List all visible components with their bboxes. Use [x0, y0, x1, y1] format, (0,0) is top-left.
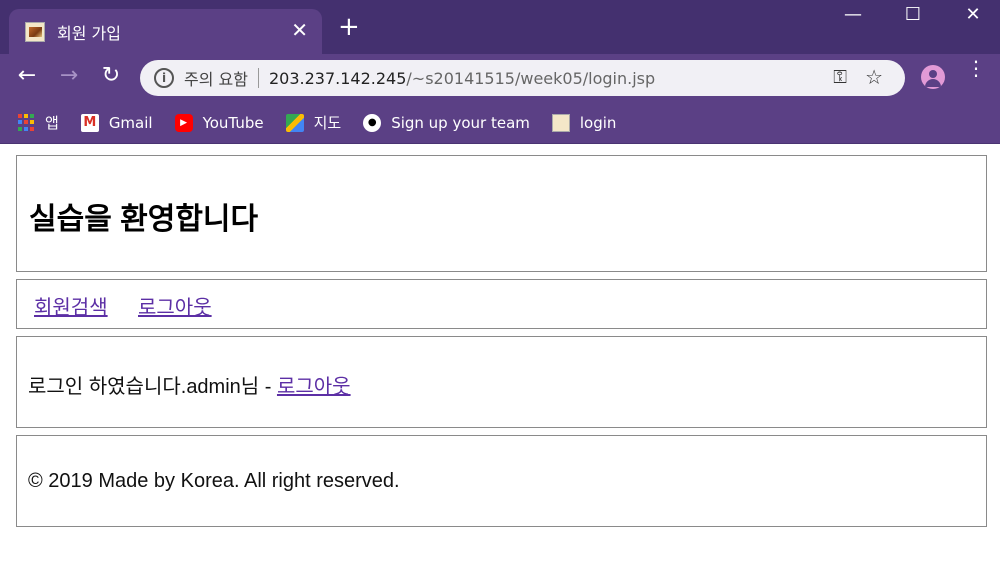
apps-icon — [17, 113, 35, 132]
url-host: 203.237.142.245 — [268, 68, 407, 88]
bookmark-github[interactable]: ● Sign up your team — [363, 113, 530, 132]
status-logout-link[interactable]: 로그아웃 — [277, 376, 351, 398]
bookmarks-bar: 앱 M Gmail ▶ YouTube 지도 ● Sign up your te… — [0, 102, 1000, 144]
page-title: 실습을 환영합니다 — [29, 203, 259, 236]
browser-menu-button[interactable]: ⋮ — [966, 58, 986, 78]
maps-icon — [285, 113, 304, 132]
bookmark-label: 지도 — [313, 114, 342, 132]
new-tab-button[interactable]: + — [338, 14, 360, 40]
bookmark-star-icon[interactable]: ☆ — [865, 65, 883, 89]
bookmark-maps[interactable]: 지도 — [285, 112, 342, 133]
forward-button[interactable]: → — [54, 63, 84, 88]
bookmark-label: Sign up your team — [391, 113, 530, 132]
login-status-message: 로그인 하였습니다.admin님 - — [28, 376, 277, 398]
header-section: 실습을 환영합니다 — [16, 155, 987, 272]
url-text[interactable]: 203.237.142.245/~s20141515/week05/login.… — [269, 69, 655, 88]
bookmark-label: 앱 — [45, 114, 59, 132]
info-icon[interactable]: i — [154, 68, 174, 88]
address-bar[interactable]: i 주의 요함 203.237.142.245/~s20141515/week0… — [140, 60, 905, 96]
tab-close-icon[interactable]: ✕ — [291, 18, 308, 42]
bookmark-label: Gmail — [108, 113, 153, 132]
maximize-button[interactable]: ☐ — [890, 4, 936, 25]
bookmark-label: YouTube — [202, 113, 264, 132]
nav-section: 회원검색 로그아웃 — [16, 279, 987, 329]
youtube-icon: ▶ — [174, 113, 193, 132]
omnibox-divider — [257, 68, 259, 88]
back-button[interactable]: ← — [12, 63, 42, 88]
url-path: /~s20141515/week05/login.jsp — [406, 68, 656, 88]
security-label[interactable]: 주의 요함 — [184, 66, 248, 90]
browser-tab[interactable]: 회원 가입 ✕ — [9, 9, 322, 54]
nav-logout-link[interactable]: 로그아웃 — [138, 291, 212, 320]
browser-toolbar: ← → ↻ i 주의 요함 203.237.142.245/~s20141515… — [0, 54, 1000, 102]
bookmark-apps[interactable]: 앱 — [17, 112, 59, 133]
status-section: 로그인 하였습니다.admin님 - 로그아웃 — [16, 336, 987, 428]
member-search-link[interactable]: 회원검색 — [34, 291, 108, 320]
minimize-button[interactable]: — — [830, 4, 876, 25]
bookmark-label: login — [579, 113, 617, 132]
page-favicon-icon — [25, 21, 45, 42]
login-favicon-icon — [551, 113, 570, 132]
bookmark-gmail[interactable]: M Gmail — [80, 113, 153, 132]
footer-section: © 2019 Made by Korea. All right reserved… — [16, 435, 987, 527]
gmail-icon: M — [80, 113, 99, 132]
close-window-button[interactable]: ✕ — [950, 4, 996, 25]
page-content: 실습을 환영합니다 회원검색 로그아웃 로그인 하였습니다.admin님 - 로… — [0, 144, 1000, 586]
copyright-text: © 2019 Made by Korea. All right reserved… — [28, 470, 400, 492]
bookmark-login[interactable]: login — [551, 113, 617, 132]
github-icon: ● — [363, 113, 382, 132]
login-status: 로그인 하였습니다.admin님 - 로그아웃 — [28, 370, 351, 399]
tab-title: 회원 가입 — [57, 23, 121, 43]
profile-avatar-icon[interactable] — [921, 65, 945, 89]
browser-title-bar: 회원 가입 ✕ + — ☐ ✕ — [0, 0, 1000, 54]
bookmark-youtube[interactable]: ▶ YouTube — [174, 113, 264, 132]
reload-button[interactable]: ↻ — [96, 63, 126, 88]
key-icon[interactable]: ⚿ — [833, 67, 847, 88]
